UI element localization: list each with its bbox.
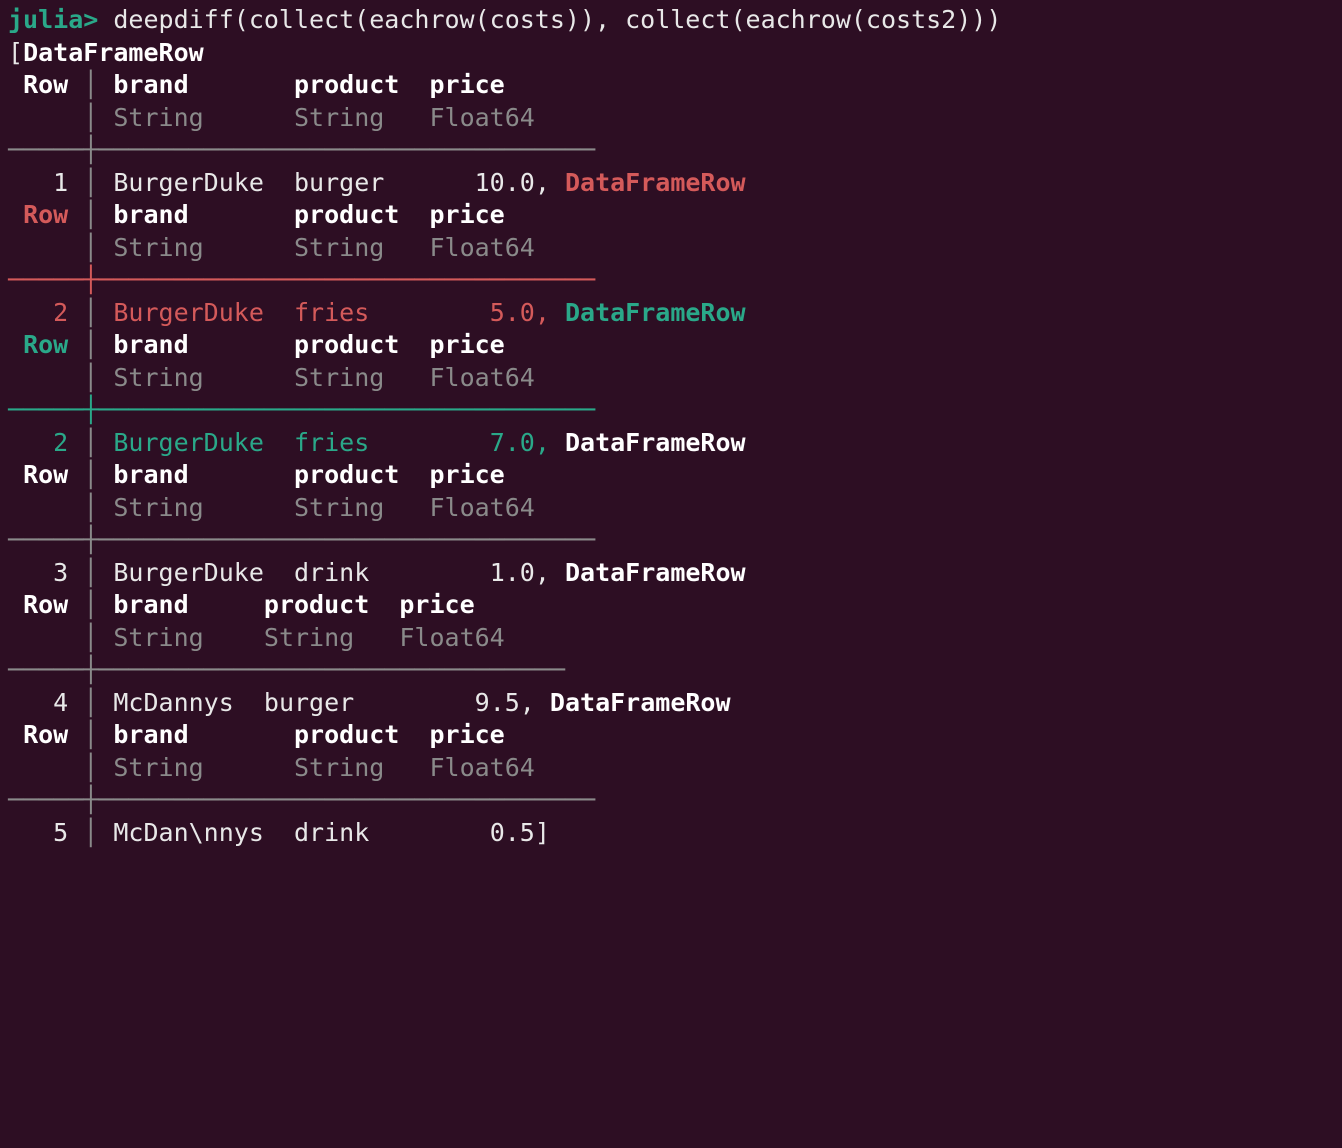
separator-added: ─────┼───────────────────────────────── bbox=[8, 394, 1334, 427]
types-row-3: │ String String Float64 bbox=[8, 492, 1334, 525]
dfrow-removed: DataFrameRow bbox=[565, 168, 746, 197]
header-row-4: Row │ brand product price bbox=[8, 589, 1334, 622]
header-row-5: Row │ brand product price bbox=[8, 719, 1334, 752]
dfrow-label-5: DataFrameRow bbox=[550, 688, 731, 717]
julia-prompt: julia> bbox=[8, 5, 98, 34]
data-row-1: 1 │ BurgerDuke burger 10.0, DataFrameRow bbox=[8, 167, 1334, 200]
separator-removed: ─────┼───────────────────────────────── bbox=[8, 264, 1334, 297]
header-row-3: Row │ brand product price bbox=[8, 459, 1334, 492]
dfrow-label-3: DataFrameRow bbox=[565, 428, 746, 457]
dfrow-added: DataFrameRow bbox=[565, 298, 746, 327]
separator-3: ─────┼───────────────────────────────── bbox=[8, 524, 1334, 557]
dfrow-label-4: DataFrameRow bbox=[565, 558, 746, 587]
separator-4: ─────┼─────────────────────────────── bbox=[8, 654, 1334, 687]
separator-1: ─────┼───────────────────────────────── bbox=[8, 134, 1334, 167]
header-row-added: Row │ brand product price bbox=[8, 329, 1334, 362]
types-row-1: │ String String Float64 bbox=[8, 102, 1334, 135]
data-row-3: 3 │ BurgerDuke drink 1.0, DataFrameRow bbox=[8, 557, 1334, 590]
data-row-2-added: 2 │ BurgerDuke fries 7.0, DataFrameRow bbox=[8, 427, 1334, 460]
command-text: deepdiff(collect(eachrow(costs)), collec… bbox=[98, 5, 1001, 34]
types-row-4: │ String String Float64 bbox=[8, 622, 1334, 655]
dfrow-label: DataFrameRow bbox=[23, 38, 204, 67]
types-row-5: │ String String Float64 bbox=[8, 752, 1334, 785]
types-row-added: │ String String Float64 bbox=[8, 362, 1334, 395]
header-row-removed: Row │ brand product price bbox=[8, 199, 1334, 232]
open-bracket-line: [DataFrameRow bbox=[8, 37, 1334, 70]
header-row-1: Row │ brand product price bbox=[8, 69, 1334, 102]
data-row-5: 5 │ McDan\nnys drink 0.5] bbox=[8, 817, 1334, 850]
data-row-2-removed: 2 │ BurgerDuke fries 5.0, DataFrameRow bbox=[8, 297, 1334, 330]
data-row-4: 4 │ McDannys burger 9.5, DataFrameRow bbox=[8, 687, 1334, 720]
types-row-removed: │ String String Float64 bbox=[8, 232, 1334, 265]
separator-5: ─────┼───────────────────────────────── bbox=[8, 784, 1334, 817]
prompt-line[interactable]: julia> deepdiff(collect(eachrow(costs)),… bbox=[8, 4, 1334, 37]
